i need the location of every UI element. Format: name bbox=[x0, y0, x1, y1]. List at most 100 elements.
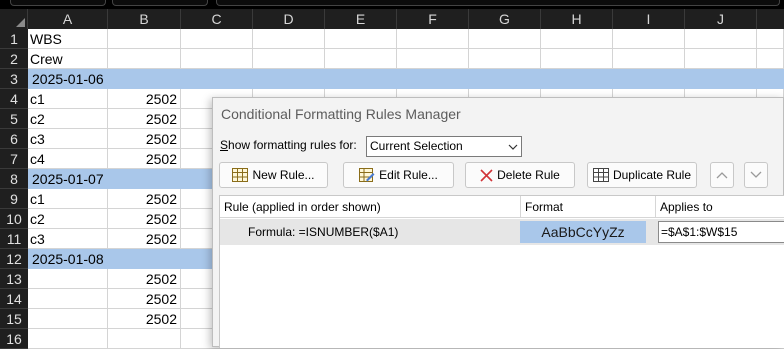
cell-c[interactable] bbox=[181, 69, 253, 89]
cell-b[interactable]: 2502 bbox=[108, 129, 181, 149]
column-header-h[interactable]: H bbox=[541, 9, 613, 29]
cell-a[interactable] bbox=[28, 289, 108, 309]
row-header[interactable]: 13 bbox=[0, 269, 28, 289]
row-header[interactable]: 3 bbox=[0, 69, 28, 89]
applies-to-field[interactable]: =$A$1:$W$15 bbox=[658, 221, 784, 243]
row-header[interactable]: 2 bbox=[0, 49, 28, 69]
cell-a[interactable] bbox=[28, 309, 108, 329]
cell-b[interactable] bbox=[108, 69, 181, 89]
row-header[interactable]: 12 bbox=[0, 249, 28, 269]
cell-b[interactable]: 2502 bbox=[108, 189, 181, 209]
cell-a[interactable]: c2 bbox=[28, 109, 108, 129]
cell-b[interactable] bbox=[108, 249, 181, 269]
cell-b[interactable] bbox=[108, 29, 181, 49]
column-header-a[interactable]: A bbox=[28, 9, 108, 29]
cell-k[interactable] bbox=[757, 49, 784, 69]
cell-g[interactable] bbox=[469, 29, 541, 49]
rule-row[interactable]: Formula: =ISNUMBER($A1) AaBbCcYyZz =$A$1… bbox=[220, 219, 784, 245]
cell-f[interactable] bbox=[397, 49, 469, 69]
cell-a[interactable]: 2025-01-06 bbox=[28, 69, 108, 89]
cell-a[interactable] bbox=[28, 269, 108, 289]
cell-f[interactable] bbox=[397, 29, 469, 49]
row-header[interactable]: 1 bbox=[0, 29, 28, 49]
column-header-f[interactable]: F bbox=[397, 9, 469, 29]
cell-g[interactable] bbox=[469, 69, 541, 89]
rule-column-header[interactable]: Rule (applied in order shown) bbox=[220, 196, 521, 218]
cell-a[interactable]: Crew bbox=[28, 49, 108, 69]
column-header-e[interactable]: E bbox=[325, 9, 397, 29]
cell-a[interactable]: WBS bbox=[28, 29, 108, 49]
row-header[interactable]: 15 bbox=[0, 309, 28, 329]
cell-e[interactable] bbox=[325, 69, 397, 89]
row-header[interactable]: 4 bbox=[0, 89, 28, 109]
cell-c[interactable] bbox=[181, 29, 253, 49]
cell-b[interactable]: 2502 bbox=[108, 109, 181, 129]
cell-d[interactable] bbox=[253, 69, 325, 89]
row-header[interactable]: 5 bbox=[0, 109, 28, 129]
cell-a[interactable]: c1 bbox=[28, 89, 108, 109]
cell-i[interactable] bbox=[613, 49, 685, 69]
move-down-button[interactable] bbox=[744, 162, 768, 188]
cell-d[interactable] bbox=[253, 29, 325, 49]
cell-a[interactable]: c4 bbox=[28, 149, 108, 169]
cell-f[interactable] bbox=[397, 69, 469, 89]
duplicate-rule-button[interactable]: Duplicate Rule bbox=[587, 162, 697, 188]
column-header-k[interactable] bbox=[757, 9, 784, 29]
rules-scope-dropdown[interactable]: Current Selection bbox=[366, 136, 522, 157]
move-up-button[interactable] bbox=[710, 162, 734, 188]
row-header[interactable]: 11 bbox=[0, 229, 28, 249]
cell-b[interactable] bbox=[108, 169, 181, 189]
cell-a[interactable]: 2025-01-08 bbox=[28, 249, 108, 269]
cell-i[interactable] bbox=[613, 29, 685, 49]
edit-rule-button[interactable]: Edit Rule... bbox=[343, 162, 454, 188]
cell-h[interactable] bbox=[541, 49, 613, 69]
cell-d[interactable] bbox=[253, 49, 325, 69]
cell-b[interactable] bbox=[108, 49, 181, 69]
new-rule-button[interactable]: New Rule... bbox=[219, 162, 328, 188]
cell-e[interactable] bbox=[325, 29, 397, 49]
row-header[interactable]: 7 bbox=[0, 149, 28, 169]
column-header-g[interactable]: G bbox=[469, 9, 541, 29]
cell-j[interactable] bbox=[685, 69, 757, 89]
row-header[interactable]: 9 bbox=[0, 189, 28, 209]
row-header[interactable]: 6 bbox=[0, 129, 28, 149]
row-header[interactable]: 14 bbox=[0, 289, 28, 309]
cell-g[interactable] bbox=[469, 49, 541, 69]
cell-a[interactable]: c3 bbox=[28, 229, 108, 249]
cell-k[interactable] bbox=[757, 29, 784, 49]
cell-b[interactable]: 2502 bbox=[108, 269, 181, 289]
cell-c[interactable] bbox=[181, 49, 253, 69]
column-header-j[interactable]: J bbox=[685, 9, 757, 29]
cell-b[interactable]: 2502 bbox=[108, 89, 181, 109]
cell-b[interactable]: 2502 bbox=[108, 289, 181, 309]
column-header-b[interactable]: B bbox=[108, 9, 181, 29]
cell-b[interactable]: 2502 bbox=[108, 309, 181, 329]
format-column-header[interactable]: Format bbox=[521, 196, 656, 218]
cell-j[interactable] bbox=[685, 29, 757, 49]
column-header-d[interactable]: D bbox=[253, 9, 325, 29]
applies-to-column-header[interactable]: Applies to bbox=[656, 196, 784, 218]
column-header-c[interactable]: C bbox=[181, 9, 253, 29]
cell-a[interactable] bbox=[28, 329, 108, 349]
row-header[interactable]: 16 bbox=[0, 329, 28, 349]
cell-a[interactable]: 2025-01-07 bbox=[28, 169, 108, 189]
delete-rule-button[interactable]: Delete Rule bbox=[465, 162, 575, 188]
cell-b[interactable] bbox=[108, 329, 181, 349]
new-rule-icon bbox=[232, 168, 249, 182]
column-header-i[interactable]: I bbox=[613, 9, 685, 29]
row-header[interactable]: 10 bbox=[0, 209, 28, 229]
cell-j[interactable] bbox=[685, 49, 757, 69]
cell-e[interactable] bbox=[325, 49, 397, 69]
cell-b[interactable]: 2502 bbox=[108, 229, 181, 249]
select-all-corner[interactable] bbox=[0, 9, 28, 29]
cell-h[interactable] bbox=[541, 29, 613, 49]
cell-a[interactable]: c3 bbox=[28, 129, 108, 149]
cell-a[interactable]: c1 bbox=[28, 189, 108, 209]
cell-b[interactable]: 2502 bbox=[108, 149, 181, 169]
cell-k[interactable] bbox=[757, 69, 784, 89]
cell-a[interactable]: c2 bbox=[28, 209, 108, 229]
cell-h[interactable] bbox=[541, 69, 613, 89]
cell-b[interactable]: 2502 bbox=[108, 209, 181, 229]
cell-i[interactable] bbox=[613, 69, 685, 89]
row-header[interactable]: 8 bbox=[0, 169, 28, 189]
